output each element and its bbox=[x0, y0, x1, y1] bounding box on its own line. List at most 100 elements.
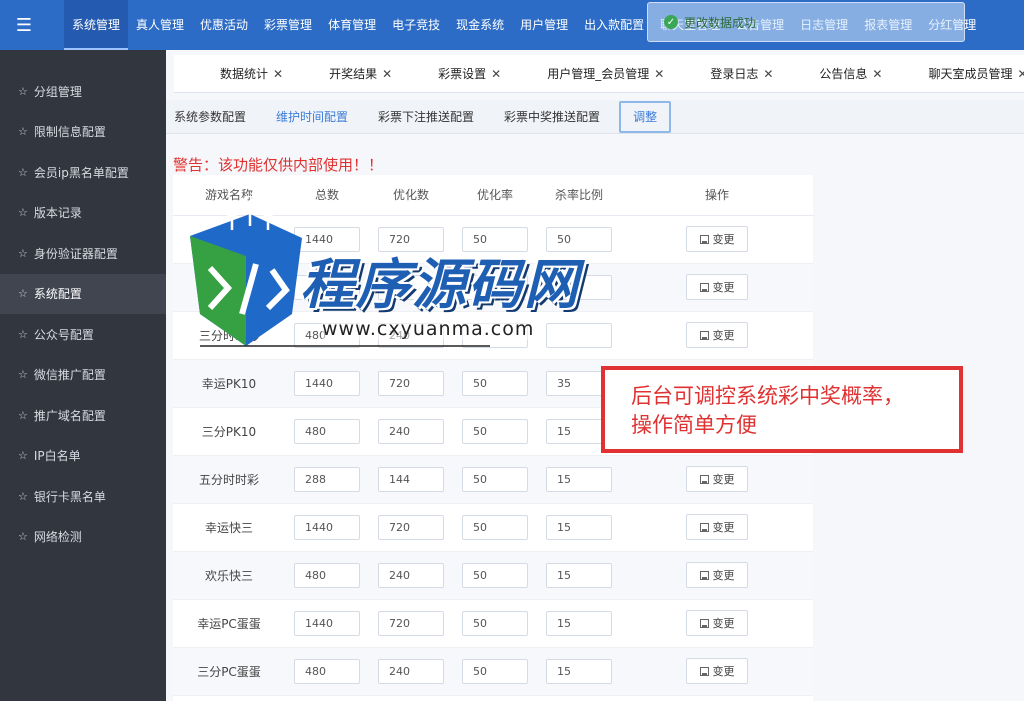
optimized-input[interactable] bbox=[378, 562, 444, 588]
optimize-rate-input[interactable] bbox=[462, 466, 528, 492]
total-input[interactable] bbox=[294, 658, 360, 684]
optimize-rate-input[interactable] bbox=[462, 418, 528, 444]
optimized-input[interactable] bbox=[378, 658, 444, 684]
subtab-0[interactable]: 系统参数配置 bbox=[174, 102, 261, 132]
kill-ratio-input[interactable] bbox=[546, 610, 612, 636]
sidebar-item-1[interactable]: ☆ 限制信息配置 bbox=[0, 112, 166, 153]
kill-ratio-input[interactable] bbox=[546, 466, 612, 492]
tab-3[interactable]: 用户管理_会员管理 ✕ bbox=[524, 55, 687, 92]
close-icon[interactable]: ✕ bbox=[872, 67, 882, 81]
kill-ratio-input[interactable] bbox=[546, 562, 612, 588]
tab-label: 公告信息 bbox=[819, 67, 868, 81]
sidebar-item-4[interactable]: ☆ 身份验证器配置 bbox=[0, 233, 166, 274]
close-icon[interactable]: ✕ bbox=[763, 67, 773, 81]
total-input[interactable] bbox=[294, 418, 360, 444]
tab-4[interactable]: 登录日志 ✕ bbox=[687, 55, 796, 92]
tab-6[interactable]: 聊天室成员管理 ✕ bbox=[905, 55, 1024, 92]
tab-label: 聊天室成员管理 bbox=[928, 67, 1013, 81]
watermark-title: 程序源码网 bbox=[300, 253, 580, 316]
table-cell bbox=[537, 599, 621, 648]
tab-5[interactable]: 公告信息 ✕ bbox=[796, 55, 905, 92]
nav-item-3[interactable]: 彩票管理 bbox=[256, 0, 320, 50]
sidebar-item-9[interactable]: ☆ IP白名单 bbox=[0, 436, 166, 477]
kill-ratio-input[interactable] bbox=[546, 322, 612, 348]
game-name: 三分PC蛋蛋 bbox=[173, 647, 285, 696]
sidebar-item-label: 版本记录 bbox=[33, 206, 82, 221]
nav-item-5[interactable]: 电子竞技 bbox=[384, 0, 448, 50]
change-button[interactable]: 变更 bbox=[686, 274, 748, 300]
sidebar-item-5[interactable]: ☆ 系统配置 bbox=[0, 273, 166, 314]
star-icon: ☆ bbox=[18, 165, 28, 179]
nav-item-4[interactable]: 体育管理 bbox=[320, 0, 384, 50]
tab-0[interactable]: 数据统计 ✕ bbox=[174, 55, 306, 92]
optimized-input[interactable] bbox=[378, 370, 444, 396]
tab-2[interactable]: 彩票设置 ✕ bbox=[415, 55, 524, 92]
optimized-input[interactable] bbox=[378, 418, 444, 444]
nav-item-0[interactable]: 系统管理 bbox=[64, 0, 129, 50]
kill-ratio-input[interactable] bbox=[546, 658, 612, 684]
star-icon: ☆ bbox=[18, 449, 28, 463]
sidebar-item-label: 身份验证器配置 bbox=[33, 246, 118, 261]
nav-item-2[interactable]: 优惠活动 bbox=[192, 0, 256, 50]
optimize-rate-input[interactable] bbox=[462, 514, 528, 540]
sidebar-item-2[interactable]: ☆ 会员ip黑名单配置 bbox=[0, 152, 166, 193]
change-button[interactable]: 变更 bbox=[686, 466, 748, 492]
sidebar-item-10[interactable]: ☆ 银行卡黑名单 bbox=[0, 476, 166, 517]
menu-toggle-icon[interactable]: ☰ bbox=[0, 0, 48, 50]
save-icon bbox=[699, 282, 709, 292]
sidebar-item-3[interactable]: ☆ 版本记录 bbox=[0, 193, 166, 234]
kill-ratio-input[interactable] bbox=[546, 514, 612, 540]
sidebar-item-6[interactable]: ☆ 公众号配置 bbox=[0, 314, 166, 355]
optimize-rate-input[interactable] bbox=[462, 610, 528, 636]
total-input[interactable] bbox=[294, 514, 360, 540]
sidebar-item-0[interactable]: ☆ 分组管理 bbox=[0, 71, 166, 112]
close-icon[interactable]: ✕ bbox=[382, 67, 392, 81]
nav-item-1[interactable]: 真人管理 bbox=[128, 0, 192, 50]
subtab-4[interactable]: 调整 bbox=[619, 100, 672, 133]
subtab-1[interactable]: 维护时间配置 bbox=[261, 102, 363, 132]
star-icon: ☆ bbox=[18, 84, 28, 98]
sidebar-item-11[interactable]: ☆ 网络检测 bbox=[0, 517, 166, 558]
sidebar-item-7[interactable]: ☆ 微信推广配置 bbox=[0, 355, 166, 396]
optimize-rate-input[interactable] bbox=[462, 562, 528, 588]
total-input[interactable] bbox=[294, 370, 360, 396]
warning-text: 警告：该功能仅供内部使用！！ bbox=[173, 156, 384, 174]
change-button-label: 变更 bbox=[712, 281, 735, 294]
change-button-label: 变更 bbox=[712, 473, 735, 486]
change-button-label: 变更 bbox=[712, 665, 735, 678]
tab-label: 开奖结果 bbox=[329, 67, 378, 81]
save-icon bbox=[699, 570, 709, 580]
close-icon[interactable]: ✕ bbox=[491, 67, 501, 81]
optimize-rate-input[interactable] bbox=[462, 658, 528, 684]
total-input[interactable] bbox=[294, 610, 360, 636]
table-cell bbox=[369, 503, 453, 552]
change-button[interactable]: 变更 bbox=[686, 610, 748, 636]
optimized-input[interactable] bbox=[378, 466, 444, 492]
subtab-3[interactable]: 彩票中奖推送配置 bbox=[489, 102, 615, 132]
sidebar-item-8[interactable]: ☆ 推广域名配置 bbox=[0, 395, 166, 436]
change-button[interactable]: 变更 bbox=[686, 226, 748, 252]
tab-label: 用户管理_会员管理 bbox=[547, 67, 650, 81]
optimized-input[interactable] bbox=[378, 610, 444, 636]
game-name: 三分PK10 bbox=[173, 407, 285, 456]
optimized-input[interactable] bbox=[378, 514, 444, 540]
table-cell bbox=[453, 407, 537, 456]
total-input[interactable] bbox=[294, 562, 360, 588]
change-button[interactable]: 变更 bbox=[686, 322, 748, 348]
change-button[interactable]: 变更 bbox=[686, 562, 748, 588]
sidebar-item-label: IP白名单 bbox=[33, 449, 81, 464]
close-icon[interactable]: ✕ bbox=[273, 67, 283, 81]
close-icon[interactable]: ✕ bbox=[1017, 67, 1024, 81]
total-input[interactable] bbox=[294, 466, 360, 492]
tab-1[interactable]: 开奖结果 ✕ bbox=[306, 55, 415, 92]
optimize-rate-input[interactable] bbox=[462, 370, 528, 396]
nav-item-6[interactable]: 现金系统 bbox=[448, 0, 512, 50]
nav-item-8[interactable]: 出入款配置 bbox=[576, 0, 652, 50]
change-button[interactable]: 变更 bbox=[686, 658, 748, 684]
nav-item-7[interactable]: 用户管理 bbox=[512, 0, 576, 50]
column-header: 游戏名称 bbox=[173, 175, 285, 216]
subtab-2[interactable]: 彩票下注推送配置 bbox=[363, 102, 489, 132]
change-button[interactable]: 变更 bbox=[686, 514, 748, 540]
close-icon[interactable]: ✕ bbox=[654, 67, 664, 81]
table-cell bbox=[453, 551, 537, 600]
